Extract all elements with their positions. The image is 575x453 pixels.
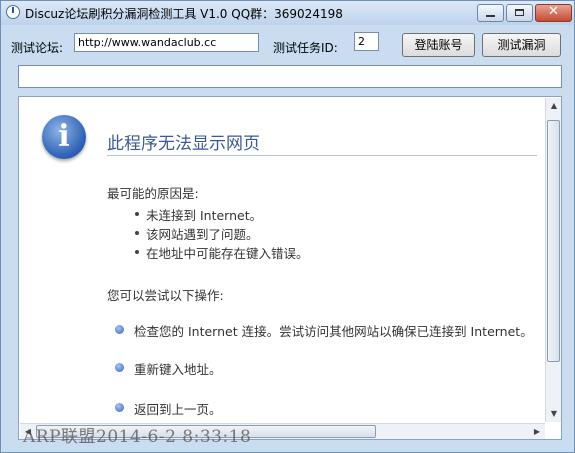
reason-item: 未连接到 Internet。: [134, 205, 262, 224]
bullet-icon: [115, 363, 124, 372]
vertical-scrollbar[interactable]: ▲ ▼: [545, 98, 561, 422]
action-item[interactable]: 返回到上一页。: [115, 399, 222, 418]
scroll-right-icon[interactable]: ▶: [529, 424, 545, 439]
close-icon: ✕: [548, 4, 559, 19]
test-vulnerability-button[interactable]: 测试漏洞: [482, 33, 561, 57]
title-divider: [107, 155, 537, 156]
error-title: 此程序无法显示网页: [107, 134, 260, 154]
info-icon: i: [42, 115, 86, 159]
minimize-icon: [486, 15, 495, 17]
task-id-input[interactable]: [354, 32, 379, 51]
bullet-icon: [115, 325, 124, 334]
window-title: Discuz论坛刷积分漏洞检测工具 V1.0 QQ群：369024198: [25, 7, 343, 21]
reason-item: 在地址中可能存在键入错误。: [135, 243, 309, 262]
scroll-up-icon[interactable]: ▲: [546, 98, 561, 114]
action-item: 检查您的 Internet 连接。尝试访问其他网站以确保已连接到 Interne…: [115, 321, 533, 340]
maximize-button[interactable]: [506, 4, 533, 22]
forum-url-input[interactable]: [74, 33, 259, 52]
maximize-icon: [515, 9, 524, 16]
title-bar[interactable]: Discuz论坛刷积分漏洞检测工具 V1.0 QQ群：369024198 ✕: [1, 1, 574, 25]
action-item[interactable]: 重新键入地址。: [115, 359, 222, 378]
reasons-heading: 最可能的原因是:: [107, 186, 199, 201]
vertical-scroll-thumb[interactable]: [547, 120, 560, 362]
actions-heading: 您可以尝试以下操作:: [107, 288, 224, 303]
app-window: Discuz论坛刷积分漏洞检测工具 V1.0 QQ群：369024198 ✕ 测…: [0, 0, 575, 453]
login-button[interactable]: 登陆账号: [402, 33, 475, 57]
browser-pane: i 此程序无法显示网页 最可能的原因是: 未连接到 Internet。 该网站遇…: [18, 96, 562, 440]
status-field[interactable]: [18, 65, 562, 88]
close-button[interactable]: ✕: [535, 4, 572, 22]
app-icon: [6, 5, 20, 19]
task-id-label: 测试任务ID:: [273, 41, 338, 55]
forum-label: 测试论坛:: [11, 41, 64, 55]
scroll-down-icon[interactable]: ▼: [546, 406, 561, 422]
watermark: ARP联盟2014-6-2 8:33:18: [23, 427, 252, 447]
reason-item: 该网站遇到了问题。: [135, 224, 259, 243]
bullet-icon: [115, 403, 124, 412]
minimize-button[interactable]: [477, 4, 504, 22]
